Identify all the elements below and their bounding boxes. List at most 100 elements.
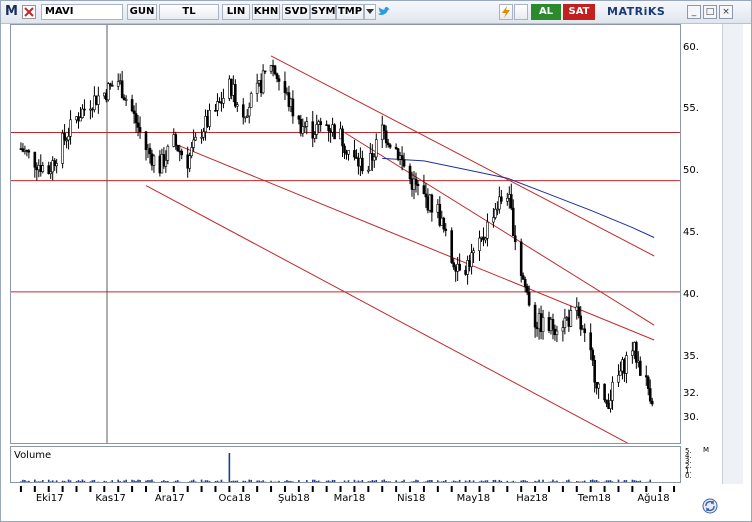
volume-bar [149,480,151,482]
khn-button[interactable]: KHN [252,4,280,20]
candle-body [452,262,456,268]
candle-body [27,150,31,153]
close-button[interactable]: × [719,5,733,19]
week-tick [297,486,300,492]
week-tick [172,486,175,492]
candle-body [374,139,378,158]
volume-bar [292,481,294,482]
volume-bar [562,481,564,482]
candle-body [190,147,193,157]
volume-bar [637,481,640,482]
volume-bar [214,481,217,482]
volume-bar [609,480,612,482]
week-tick [506,486,509,492]
volume-bar [77,480,80,482]
template-dropdown[interactable] [364,4,376,20]
volume-bar [304,481,306,482]
symbol-input[interactable]: MAVI [41,4,123,20]
week-tick [19,486,22,492]
volume-bar [315,481,318,482]
volume-bar [97,481,100,482]
volume-bar [452,480,455,482]
volume-bar [466,481,469,482]
candle-body [472,250,475,254]
candle-body [500,196,503,202]
candle-body [430,194,434,213]
volume-bar [542,479,544,482]
volume-bar [554,481,556,482]
candle-body [138,127,142,133]
lightning-icon[interactable] [499,4,513,20]
candle-body [492,217,495,223]
candle-body [297,115,301,120]
candle-body [597,383,600,389]
volume-bar [327,480,330,482]
volume-bar [262,480,264,482]
maximize-button[interactable]: □ [703,5,717,19]
volume-bar [37,481,40,482]
time-tick-label: Mar18 [333,493,366,504]
week-tick [617,486,620,492]
scale-button[interactable]: LIN [222,4,250,20]
candle-body [372,156,376,161]
candle-body [577,306,581,317]
volume-bar [176,480,179,482]
candle-body [202,131,205,138]
volume-bar [109,481,112,482]
volume-bar [202,481,205,482]
week-tick [520,486,523,492]
candle-body [525,286,529,293]
week-tick [186,486,189,492]
template-button[interactable]: TMP [336,4,364,20]
close-symbol-icon[interactable] [22,5,36,19]
sym-button[interactable]: SYM [310,4,336,20]
volume-bar [480,480,483,482]
volume-bar [105,481,108,482]
price-chart-area[interactable] [10,24,681,444]
candle-body [533,304,537,328]
buy-button[interactable]: AL [531,4,561,20]
volume-bar [611,481,614,482]
volume-bar [26,481,28,482]
candle-body [63,133,66,141]
candle-body [388,144,392,148]
candle-body [650,400,654,405]
svd-button[interactable]: SVD [282,4,310,20]
candle-body [609,400,612,409]
volume-bar [343,480,346,482]
volume-bar [41,480,44,482]
candle-body [511,207,515,237]
volume-bar [61,480,64,482]
week-tick [214,486,217,492]
price-axis: 60. 55. 50. 45. 40. 35. 32. 30. [681,24,721,444]
week-tick [89,486,92,492]
candle-body [247,107,251,117]
sell-button[interactable]: SAT [563,4,595,20]
time-tick-label: May18 [456,493,491,504]
volume-bar [359,481,362,482]
week-tick [603,486,606,492]
channel-line [340,129,655,326]
twitter-icon[interactable] [377,4,391,20]
right-scroll-strip[interactable] [722,24,743,484]
minimize-button[interactable]: _ [687,5,701,19]
period-button[interactable]: GUN [127,4,157,20]
currency-button[interactable]: TL [159,4,219,20]
volume-title: Volume [14,450,52,461]
candle-body [625,355,628,374]
candle-body [291,98,295,117]
candle-body [579,315,583,330]
volume-bar [484,480,487,482]
volume-bar [564,481,566,482]
week-tick [270,486,273,492]
volume-bar [605,480,608,482]
volume-bar [341,481,344,482]
time-tick-label: Nis18 [397,493,426,504]
candle-body [635,342,638,363]
checkbox-icon[interactable] [514,4,528,20]
volume-bar [51,480,54,482]
volume-panel[interactable]: Volume [10,446,681,483]
volume-bar [556,480,558,482]
volume-chart [20,453,654,482]
refresh-icon[interactable] [701,497,719,515]
